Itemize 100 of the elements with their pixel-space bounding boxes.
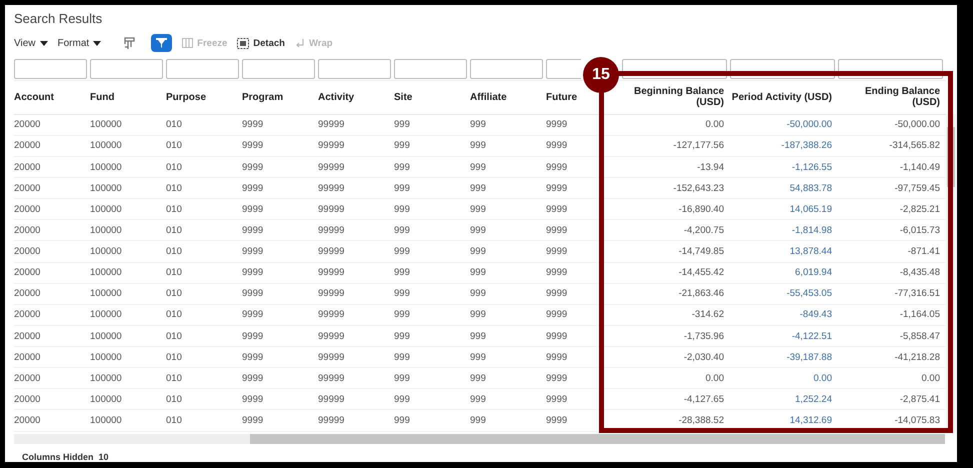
wrap-icon (294, 38, 305, 48)
filter-field[interactable] (470, 58, 543, 79)
column-header[interactable]: Affiliate (470, 92, 507, 103)
step-badge: 15 (583, 57, 619, 93)
table-cell: 9999 (242, 288, 264, 300)
amount-link[interactable]: 54,883.78 (790, 182, 832, 194)
amount-link[interactable]: -4,122.51 (792, 330, 832, 342)
column-header[interactable]: Program (242, 92, 284, 103)
amount-link[interactable]: -1,126.55 (792, 162, 832, 173)
table-cell: 999 (470, 288, 486, 300)
table-cell: 100000 (90, 119, 122, 130)
table-cell: 9999 (546, 224, 568, 236)
amount-link[interactable]: -50,000.00 (786, 119, 832, 130)
column-header[interactable]: Account (14, 92, 54, 103)
table-cell: 999 (470, 309, 486, 320)
table-cell: 999 (394, 224, 410, 236)
amount-link[interactable]: 6,019.94 (795, 267, 832, 278)
amount-link[interactable]: -187,388.26 (781, 140, 832, 152)
table-cell: 010 (166, 394, 182, 405)
table-cell: -314,565.82 (889, 140, 940, 152)
table-cell: 010 (166, 352, 182, 363)
amount-link[interactable]: 14,312.69 (790, 415, 832, 426)
column-header[interactable]: Ending Balance (USD) (838, 86, 940, 108)
column-header[interactable]: Site (394, 92, 412, 103)
table-cell: 9999 (242, 394, 264, 405)
amount-link[interactable]: 0.00 (814, 372, 832, 384)
table-cell: 20000 (14, 119, 40, 130)
table-cell: 9999 (242, 246, 264, 257)
table-cell: 999 (394, 330, 410, 342)
table-cell: 99999 (318, 394, 344, 405)
caret-icon (93, 40, 102, 46)
column-header[interactable]: Activity (318, 92, 354, 103)
table-cell: 9999 (242, 119, 264, 130)
table-cell: 999 (470, 267, 486, 278)
table-cell: 999 (394, 162, 410, 173)
filter-field[interactable] (242, 58, 315, 79)
amount-link[interactable]: 13,878.44 (790, 246, 832, 257)
table-cell: -6,015.73 (900, 224, 940, 236)
table-cell: 9999 (242, 224, 264, 236)
filter-field[interactable] (318, 58, 391, 79)
column-header[interactable]: Fund (90, 92, 114, 103)
table-cell: -4,127.65 (684, 394, 724, 405)
table-cell: 999 (394, 119, 410, 130)
table-cell: 999 (394, 309, 410, 320)
table-cell: 20000 (14, 372, 40, 384)
column-header[interactable]: Beginning Balance (USD) (622, 86, 724, 108)
table-cell: -1,140.49 (900, 162, 940, 173)
table-cell: 9999 (546, 162, 568, 173)
amount-link[interactable]: 1,252.24 (795, 394, 832, 405)
detach-button[interactable]: Detach (237, 38, 285, 49)
table-cell: 999 (470, 394, 486, 405)
table-cell: -314.62 (692, 309, 724, 320)
amount-link[interactable]: -55,453.05 (786, 288, 832, 300)
table-cell: 9999 (242, 330, 264, 342)
format-menu[interactable]: Format (58, 38, 102, 49)
table-cell: 20000 (14, 140, 40, 152)
table-cell: 010 (166, 119, 182, 130)
column-header[interactable]: Purpose (166, 92, 206, 103)
filter-field[interactable] (394, 58, 467, 79)
filter-field[interactable] (546, 58, 581, 79)
filter-field[interactable] (14, 58, 87, 79)
table-cell: 999 (394, 182, 410, 194)
amount-link[interactable]: -849.43 (800, 309, 832, 320)
table-cell: 100000 (90, 204, 122, 215)
table-cell: -127,177.56 (673, 140, 724, 152)
table-cell: 100000 (90, 267, 122, 278)
column-header[interactable]: Period Activity (USD) (732, 92, 832, 103)
table-cell: 99999 (318, 352, 344, 363)
filter-field[interactable] (166, 58, 239, 79)
table-cell: 010 (166, 288, 182, 300)
filter-icon (155, 37, 168, 50)
table-cell: 010 (166, 140, 182, 152)
table-cell: 9999 (546, 204, 568, 215)
view-menu[interactable]: View (14, 38, 48, 49)
column-header[interactable]: Future (546, 92, 578, 103)
table-cell: -41,218.28 (894, 352, 940, 363)
table-cell: 99999 (318, 415, 344, 426)
table-cell: 100000 (90, 246, 122, 257)
table-cell: 9999 (546, 119, 568, 130)
table-cell: 9999 (546, 140, 568, 152)
amount-link[interactable]: 14,065.19 (790, 204, 832, 215)
table-cell: 999 (470, 182, 486, 194)
amount-link[interactable]: -39,187.88 (786, 352, 832, 363)
filter-toggle[interactable] (151, 34, 172, 52)
table-cell: 999 (394, 394, 410, 405)
table-cell: 20000 (14, 246, 40, 257)
filter-field[interactable] (90, 58, 163, 79)
table-cell: -28,388.52 (678, 415, 724, 426)
table-cell: 999 (470, 415, 486, 426)
table-cell: -5,858.47 (900, 330, 940, 342)
table-cell: 9999 (546, 246, 568, 257)
table-cell: 20000 (14, 309, 40, 320)
horizontal-scrollbar[interactable] (14, 434, 945, 444)
table-cell: 010 (166, 246, 182, 257)
table-cell: 010 (166, 267, 182, 278)
table-cell: -2,875.41 (900, 394, 940, 405)
table-cell: 9999 (242, 204, 264, 215)
table-cell: 99999 (318, 182, 344, 194)
table-cell: 9999 (242, 267, 264, 278)
amount-link[interactable]: -1,814.98 (792, 224, 832, 236)
